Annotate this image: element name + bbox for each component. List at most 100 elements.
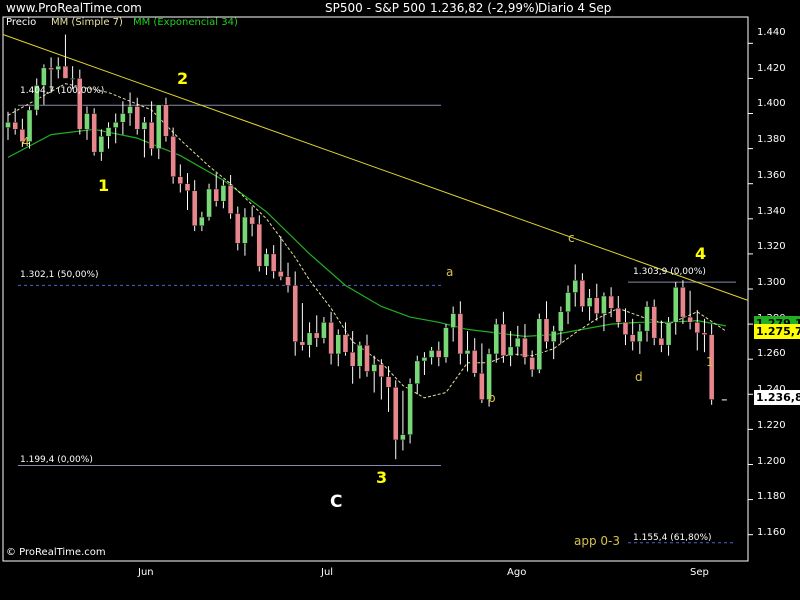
- y-tick-label: 1.320: [757, 241, 786, 252]
- candle-down: [299, 341, 306, 346]
- y-tick-label: 1.420: [757, 63, 786, 74]
- candle-down: [594, 297, 600, 314]
- legend-ema: MM (Exponencial 34): [133, 17, 238, 28]
- candle-up: [400, 434, 406, 441]
- candle-up: [601, 295, 607, 314]
- candle-up: [443, 327, 449, 358]
- candle-down: [364, 344, 370, 372]
- candle-down: [328, 322, 334, 355]
- candle-down: [615, 308, 621, 323]
- y-tick-label: 1.360: [757, 170, 786, 181]
- x-tick-label: Sep: [690, 567, 709, 578]
- x-tick-label: Ago: [507, 567, 527, 578]
- candle-down: [694, 322, 700, 334]
- candle-up: [407, 383, 413, 435]
- candle-down: [285, 276, 291, 286]
- candle-up: [428, 350, 435, 358]
- candle-up: [220, 185, 227, 202]
- sub-wave-a: a: [446, 265, 454, 279]
- candle-up: [141, 122, 148, 130]
- x-tick-label: Jul: [321, 567, 334, 578]
- wave-label-C: C: [330, 492, 343, 512]
- candle-down: [342, 334, 349, 353]
- candle-up: [127, 106, 133, 114]
- candle-down: [393, 387, 399, 441]
- period-label: Diario 4 Sep: [538, 1, 612, 15]
- candle-up: [644, 306, 650, 332]
- last-price-box: 1.236,82: [754, 390, 800, 405]
- candle-down: [177, 176, 184, 184]
- candle-up: [507, 346, 514, 356]
- candle-down: [148, 122, 155, 149]
- y-tick-label: 1.260: [757, 348, 786, 359]
- candle-down: [522, 337, 528, 358]
- fib-label: 1.303,9 (0,00%): [633, 267, 706, 277]
- candle-up: [206, 188, 212, 218]
- candle-down: [457, 313, 464, 355]
- candle-up: [414, 360, 420, 384]
- sub-wave-d: d: [635, 370, 643, 384]
- candle-up: [263, 253, 270, 267]
- candle-up: [5, 122, 11, 128]
- candle-up: [673, 287, 679, 323]
- side-label-1: 1: [706, 355, 714, 369]
- y-tick-label: 1.380: [757, 134, 786, 145]
- candle-up: [41, 67, 47, 86]
- candle-up: [98, 136, 105, 153]
- candle-up: [105, 127, 112, 137]
- candle-up: [637, 330, 643, 342]
- y-tick-label: 1.200: [757, 456, 786, 467]
- candle-down: [191, 190, 198, 227]
- candle-down: [314, 332, 320, 339]
- app-label: app 0-3: [574, 534, 621, 548]
- candle-up: [55, 65, 61, 70]
- candle-down: [543, 318, 550, 342]
- candle-down: [629, 334, 636, 342]
- last-quote: 1.236,82 (-2,99%): [430, 1, 540, 15]
- candle-up: [306, 332, 313, 346]
- fib-label: 1.155,4 (61,80%): [633, 533, 712, 543]
- fib-label: 1.199,4 (0,00%): [20, 455, 93, 465]
- candle-down: [529, 357, 535, 370]
- candle-up: [586, 297, 593, 307]
- candle-up: [536, 318, 543, 370]
- price-chart: [0, 0, 800, 600]
- candle-down: [479, 373, 485, 400]
- candle-up: [550, 330, 557, 342]
- candle-up: [665, 322, 672, 346]
- side-label-4: 4: [22, 135, 30, 149]
- candle-down: [278, 271, 284, 277]
- candle-down: [48, 67, 54, 70]
- candle-down: [134, 106, 140, 130]
- fib-label: 1.302,1 (50,00%): [20, 270, 99, 280]
- candle-up: [335, 334, 341, 355]
- sma-price-box: 1.275,7: [754, 324, 800, 339]
- fib-label: 1.404,7 (100,00%): [20, 86, 105, 96]
- y-tick-label: 1.340: [757, 206, 786, 217]
- x-tick-label: Jun: [138, 567, 154, 578]
- candle-up: [450, 313, 456, 328]
- candle-down: [658, 337, 665, 346]
- wave-label-3: 3: [376, 468, 388, 487]
- candle-down: [249, 216, 255, 225]
- candle-down: [256, 223, 262, 267]
- candle-down: [385, 376, 392, 388]
- candle-down: [227, 185, 234, 214]
- legend-sma: MM (Simple 7): [51, 17, 123, 28]
- sub-wave-c: c: [568, 231, 575, 245]
- candle-up: [558, 311, 564, 332]
- candle-down: [687, 316, 693, 323]
- candle-down: [270, 253, 277, 272]
- candle-up: [156, 104, 162, 149]
- wave-label-1: 1: [98, 176, 110, 195]
- y-tick-label: 1.160: [757, 527, 786, 538]
- candle-up: [321, 322, 327, 339]
- candle-up: [69, 78, 76, 80]
- wave-label-2: 2: [177, 69, 189, 88]
- candle-down: [436, 350, 442, 358]
- candle-down: [349, 351, 356, 367]
- y-tick-label: 1.440: [757, 27, 786, 38]
- y-tick-label: 1.300: [757, 277, 786, 288]
- candle-down: [170, 136, 176, 177]
- candle-up: [421, 357, 428, 362]
